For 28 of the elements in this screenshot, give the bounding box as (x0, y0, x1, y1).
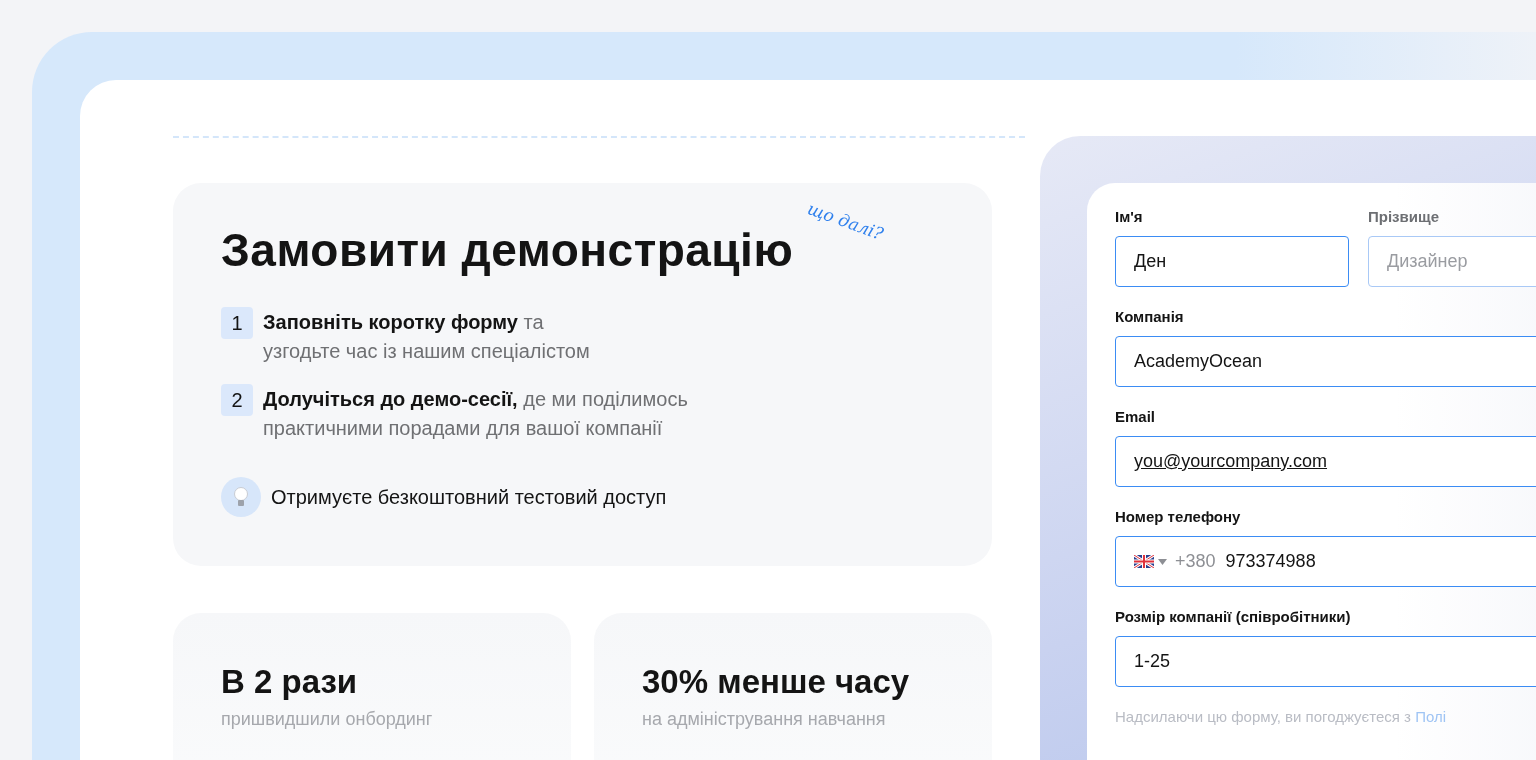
lightbulb-icon (221, 477, 261, 517)
uk-flag-icon (1134, 555, 1154, 568)
perk-text: Отримуєте безкоштовний тестовий доступ (271, 485, 667, 509)
step-text: Долучіться до демо-сесії, де ми поділимось практичними порадами для вашої компанії (263, 387, 688, 441)
step-text: Заповніть коротку форму та узгодьте час із нашим спеціалістом (263, 310, 590, 364)
field-label: Розмір компанії (співробітники) (1115, 608, 1352, 626)
country-code: +380 (1175, 551, 1216, 572)
caret-icon[interactable] (1158, 558, 1167, 565)
phone-field[interactable]: +380 973374988 (1115, 536, 1536, 587)
stat-caption: на адміністрування навчання (642, 709, 887, 730)
stat-caption: пришвидшили онбординг (221, 709, 434, 730)
field-label: Прізвище (1368, 208, 1440, 226)
input-field[interactable]: AcademyOcean (1115, 336, 1536, 387)
consent-text: Надсилаючи цю форму, ви погоджуєтеся з Полі (1115, 708, 1448, 726)
field-label: Ім'я (1115, 208, 1144, 226)
field-label: Номер телефону (1115, 508, 1242, 526)
stat-value: В 2 рази (221, 663, 359, 701)
step-number: 1 (221, 307, 253, 339)
handwritten-note: що далі? (805, 198, 887, 244)
field-label: Email (1115, 408, 1157, 426)
field-label: Компанія (1115, 308, 1185, 326)
email-field[interactable]: you@yourcompany.com (1115, 436, 1536, 487)
input-field[interactable]: Ден (1115, 236, 1349, 287)
step-number: 2 (221, 384, 253, 416)
phone-value: 973374988 (1225, 551, 1316, 572)
input-field[interactable]: 1-25 (1115, 636, 1536, 687)
page-title: Замовити демонстрацію (221, 223, 794, 277)
stat-value: 30% менше часу (642, 663, 911, 701)
